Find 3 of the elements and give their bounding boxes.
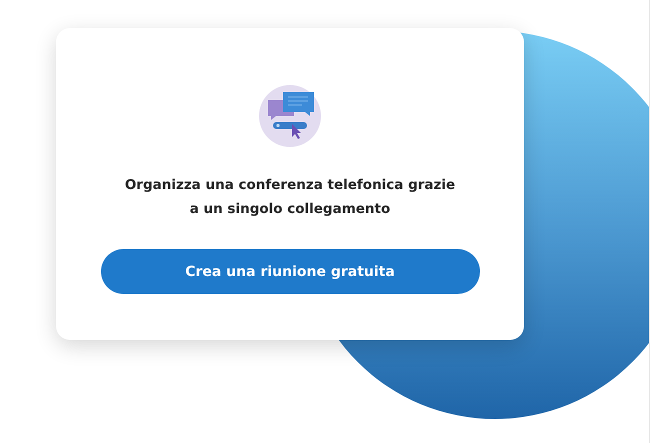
invitation-text: Organizza una conferenza telefonica grazie a un singolo collegamento (124, 176, 456, 219)
create-meeting-button[interactable]: Crea una riunione gratuita (100, 249, 480, 294)
chat-link-icon (258, 84, 322, 148)
